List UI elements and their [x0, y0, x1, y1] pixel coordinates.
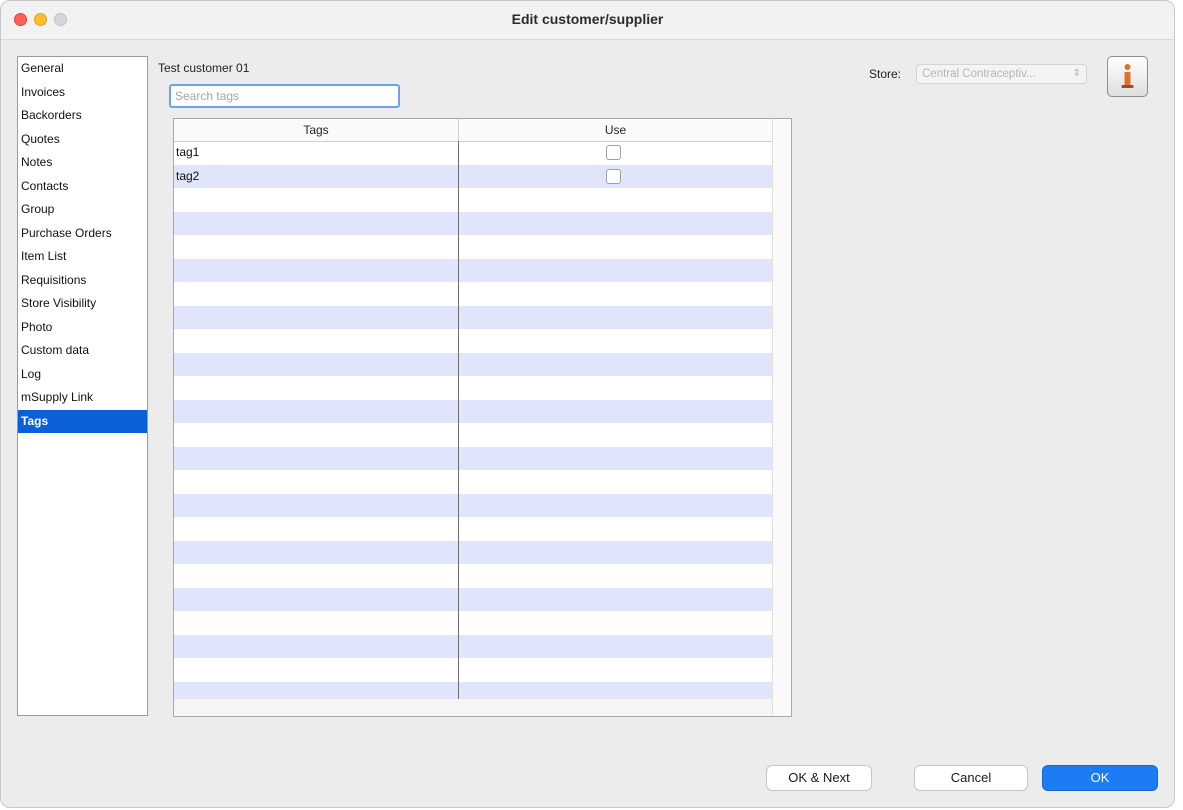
empty-row: [174, 470, 772, 494]
vertical-scrollbar[interactable]: [772, 119, 791, 716]
edit-customer-window: Edit customer/supplier General Invoices Ba…: [0, 0, 1175, 808]
empty-row: [174, 564, 772, 588]
horizontal-scrollbar-area: [174, 699, 772, 716]
use-checkbox[interactable]: [606, 145, 621, 160]
sidebar-item-purchase-orders[interactable]: Purchase Orders: [18, 222, 147, 246]
column-header-use[interactable]: Use: [459, 119, 773, 141]
sidebar-item-group[interactable]: Group: [18, 198, 147, 222]
empty-row: [174, 376, 772, 400]
tags-table: Tags Use tag1 tag2: [173, 118, 792, 717]
sidebar-item-tags[interactable]: Tags: [18, 409, 147, 433]
tag-name-cell: tag1: [176, 145, 200, 159]
empty-row: [174, 305, 772, 329]
empty-row: [174, 634, 772, 658]
column-header-tags[interactable]: Tags: [174, 119, 459, 141]
empty-row: [174, 517, 772, 541]
table-header: Tags Use: [174, 119, 773, 142]
empty-row: [174, 235, 772, 259]
sidebar-item-store-visibility[interactable]: Store Visibility: [18, 292, 147, 316]
store-select: Central Contraceptiv... ⇕: [916, 64, 1087, 84]
empty-row: [174, 211, 772, 235]
search-tags-input[interactable]: [169, 84, 400, 108]
empty-row: [174, 258, 772, 282]
info-icon: [1121, 64, 1134, 88]
use-checkbox[interactable]: [606, 168, 621, 184]
window-title: Edit customer/supplier: [511, 11, 664, 27]
column-divider: [458, 141, 459, 699]
title-bar[interactable]: Edit customer/supplier: [1, 1, 1174, 40]
table-row[interactable]: tag2: [174, 164, 772, 188]
sidebar-item-requisitions[interactable]: Requisitions: [18, 269, 147, 293]
empty-row: [174, 329, 772, 353]
table-body: tag1 tag2: [174, 141, 772, 699]
sidebar-item-msupply-link[interactable]: mSupply Link: [18, 386, 147, 410]
customer-name: Test customer 01: [158, 61, 250, 75]
sidebar-item-general[interactable]: General: [18, 57, 147, 81]
sidebar-item-photo[interactable]: Photo: [18, 316, 147, 340]
empty-row: [174, 611, 772, 635]
empty-row: [174, 282, 772, 306]
empty-row: [174, 423, 772, 447]
store-label: Store:: [869, 67, 902, 81]
sidebar-item-notes[interactable]: Notes: [18, 151, 147, 175]
table-row[interactable]: tag1: [174, 141, 772, 165]
tag-name-cell: tag2: [176, 168, 200, 183]
sidebar-item-contacts[interactable]: Contacts: [18, 175, 147, 199]
ok-next-button[interactable]: OK & Next: [766, 765, 872, 791]
chevron-updown-icon: ⇕: [1072, 68, 1081, 79]
sidebar-item-quotes[interactable]: Quotes: [18, 128, 147, 152]
sidebar-item-invoices[interactable]: Invoices: [18, 81, 147, 105]
empty-row: [174, 658, 772, 682]
empty-row: [174, 540, 772, 564]
sidebar-item-log[interactable]: Log: [18, 363, 147, 387]
sidebar-item-custom-data[interactable]: Custom data: [18, 339, 147, 363]
empty-row: [174, 352, 772, 376]
empty-row: [174, 493, 772, 517]
cancel-button[interactable]: Cancel: [914, 765, 1028, 791]
section-sidebar: General Invoices Backorders Quotes Notes Cont…: [17, 56, 148, 716]
info-button[interactable]: [1107, 56, 1148, 97]
empty-row: [174, 399, 772, 423]
empty-row: [174, 188, 772, 212]
empty-row: [174, 587, 772, 611]
ok-button[interactable]: OK: [1042, 765, 1158, 791]
store-select-value: Central Contraceptiv...: [922, 68, 1036, 80]
empty-row: [174, 446, 772, 470]
sidebar-item-item-list[interactable]: Item List: [18, 245, 147, 269]
empty-row: [174, 681, 772, 699]
sidebar-item-backorders[interactable]: Backorders: [18, 104, 147, 128]
